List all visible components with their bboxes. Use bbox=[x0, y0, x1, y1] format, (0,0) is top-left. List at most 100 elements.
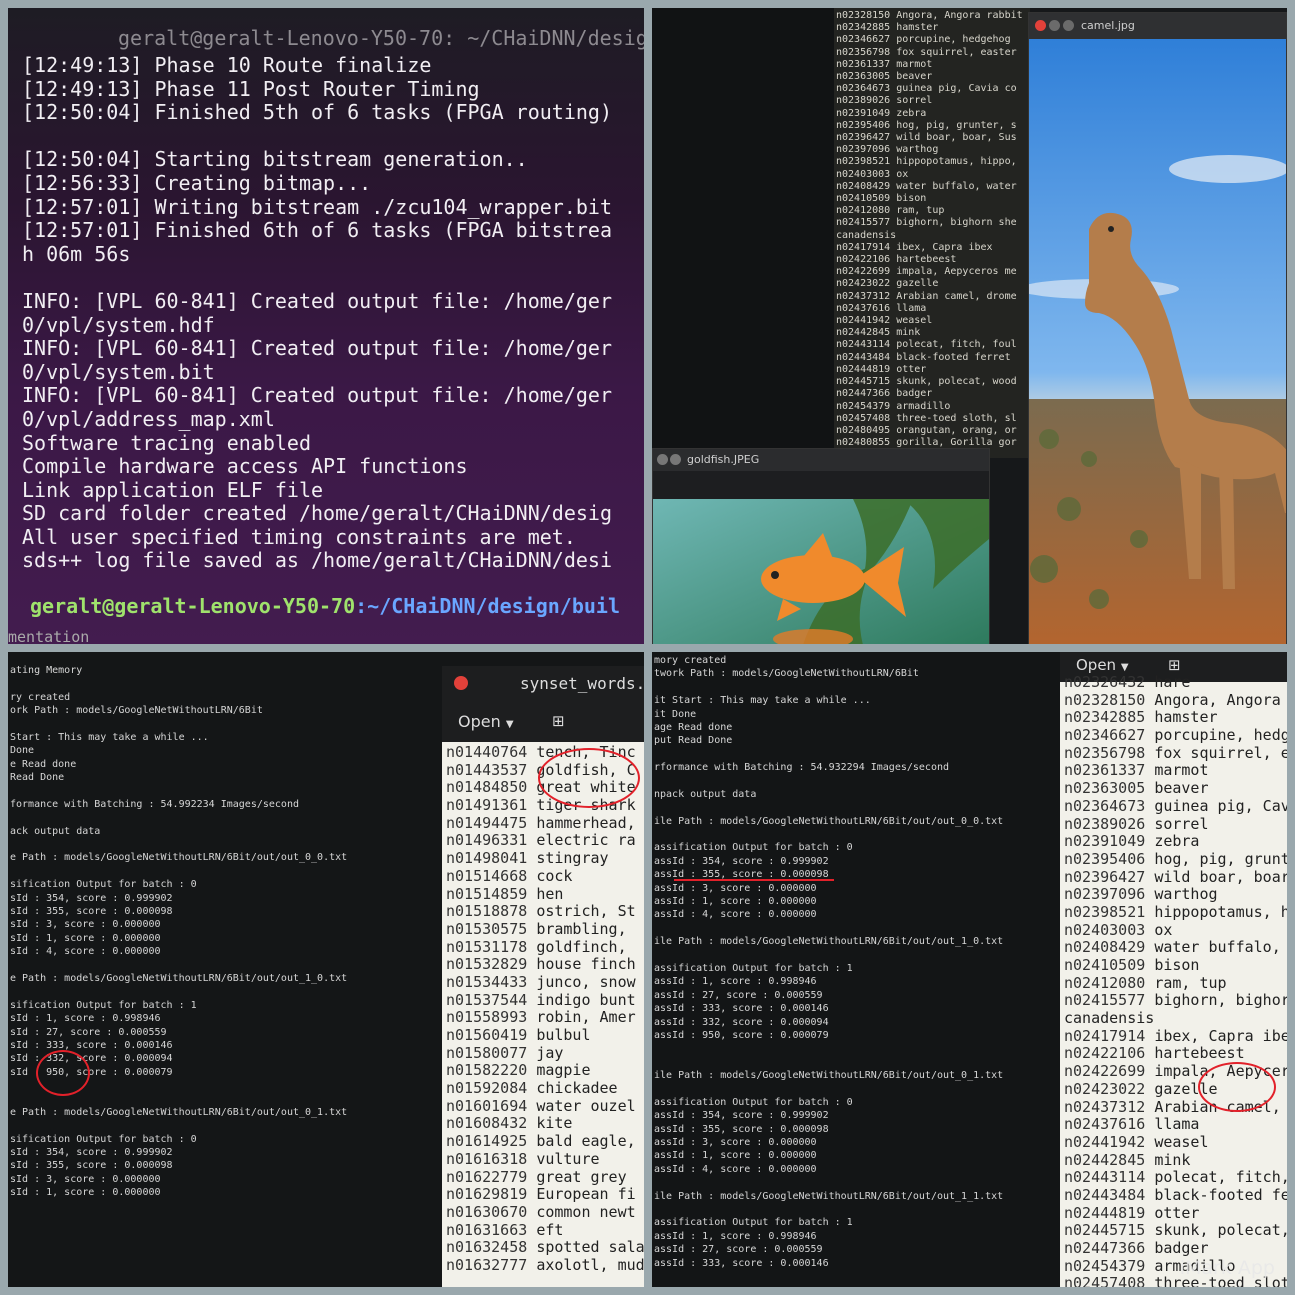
synset-line: n02437312 Arabian camel, drome bbox=[836, 290, 1017, 302]
close-icon[interactable] bbox=[1035, 20, 1046, 31]
synset-id: n01592084 bbox=[446, 1079, 528, 1098]
output-line: sId : 1, score : 0.000000 bbox=[10, 932, 161, 944]
output-line: assId : 27, score : 0.000559 bbox=[654, 989, 823, 1001]
synset-label: beaver bbox=[1154, 779, 1209, 798]
synset-row: n01629819 European fi bbox=[446, 1185, 644, 1204]
synset-row: n01622779 great grey bbox=[446, 1168, 644, 1187]
synset-row: n01531178 goldfinch, bbox=[446, 938, 644, 957]
synset-label: hippopotamus, h bbox=[1154, 902, 1287, 921]
maximize-icon[interactable] bbox=[1063, 20, 1074, 31]
synset-label: water ouzel bbox=[536, 1096, 636, 1115]
terminal-line: [12:57:01] Finished 6th of 6 tasks (FPGA… bbox=[22, 218, 613, 243]
synset-row: n01582220 magpie bbox=[446, 1062, 644, 1080]
goldfish-result-panel: ating Memory ry created ork Path : models/… bbox=[8, 652, 644, 1287]
synset-id: n01629819 bbox=[446, 1185, 528, 1204]
synset-row: n02397096 warthog bbox=[1064, 885, 1287, 904]
minimize-icon[interactable] bbox=[670, 454, 681, 465]
minimize-icon[interactable] bbox=[1049, 20, 1060, 31]
synset-row: n01537544 indigo bunt bbox=[446, 991, 644, 1010]
synset-id: n02342885 bbox=[1064, 708, 1146, 727]
close-icon[interactable] bbox=[454, 676, 468, 690]
synset-row: n02391049 zebra bbox=[1064, 832, 1287, 851]
output-line: twork Path : models/GoogleNetWithoutLRN/… bbox=[654, 668, 919, 680]
synset-label: hamster bbox=[1154, 708, 1218, 727]
terminal-output: [12:49:13] Phase 10 Route finalize [12:49… bbox=[8, 53, 644, 573]
close-icon[interactable] bbox=[657, 454, 668, 465]
terminal-line: 0/vpl/system.hdf bbox=[22, 312, 215, 337]
synset-id: n01494475 bbox=[446, 813, 528, 832]
terminal-line: SD card folder created /home/geralt/CHai… bbox=[22, 501, 613, 526]
terminal-line: [12:57:01] Writing bitstream ./zcu104_wr… bbox=[22, 194, 613, 219]
synset-id: n01440764 bbox=[446, 743, 528, 761]
synset-label: bald eagle, bbox=[536, 1132, 636, 1151]
synset-id: n02447366 bbox=[1064, 1239, 1146, 1257]
camel-result-panel: mory created twork Path : models/GoogleNe… bbox=[652, 652, 1287, 1287]
open-button[interactable]: Open ▼ bbox=[458, 712, 514, 731]
synset-row: n02444819 otter bbox=[1064, 1203, 1287, 1223]
synset-id: n01632777 bbox=[446, 1255, 528, 1274]
synset-row: n01614925 bald eagle, bbox=[446, 1132, 644, 1151]
synset-id: n02415577 bbox=[1064, 991, 1146, 1010]
synset-id: n01443537 bbox=[446, 760, 528, 779]
synset-label: chickadee bbox=[536, 1079, 618, 1098]
output-line: assification Output for batch : 1 bbox=[654, 1217, 853, 1229]
synset-editor[interactable]: n02326432 hare n02328150 Angora, Angora n0… bbox=[1060, 673, 1287, 1287]
output-line: sId : 355, score : 0.000098 bbox=[10, 1160, 173, 1172]
output-line: ork Path : models/GoogleNetWithoutLRN/6B… bbox=[10, 705, 263, 717]
editor-header: synset_words.tx Open ▼ ⊞ bbox=[442, 666, 644, 742]
synset-row: n02356798 fox squirrel, e bbox=[1064, 744, 1287, 763]
synset-row: n01534433 junco, snow bbox=[446, 973, 644, 992]
synset-id: n02403003 bbox=[1064, 920, 1146, 939]
synset-id: n02423022 bbox=[1064, 1079, 1146, 1098]
synset-row: n02396427 wild boar, boar bbox=[1064, 868, 1287, 887]
output-line: assId : 950, score : 0.000079 bbox=[654, 1029, 829, 1041]
synset-label: black-footed fe bbox=[1154, 1185, 1287, 1204]
synset-id: n01514668 bbox=[446, 866, 528, 885]
synset-id: n02437312 bbox=[1064, 1097, 1146, 1116]
synset-row: n02441942 weasel bbox=[1064, 1132, 1287, 1152]
synset-line: n02395406 hog, pig, grunter, s bbox=[836, 119, 1017, 131]
output-line: assId : 3, score : 0.000000 bbox=[654, 1137, 817, 1149]
synset-label: ram, tup bbox=[1154, 973, 1227, 992]
score-underline bbox=[674, 879, 834, 881]
goldfish-image-window[interactable]: goldfish.JPEG bbox=[652, 448, 990, 644]
synset-label: guinea pig, Cav bbox=[1154, 796, 1287, 815]
synset-label: bighorn, bighor bbox=[1154, 991, 1287, 1010]
synset-row: n01592084 chickadee bbox=[446, 1079, 644, 1098]
camel-image-window[interactable]: camel.jpg bbox=[1019, 12, 1287, 644]
synset-line: n02441942 weasel bbox=[836, 315, 933, 327]
synset-id: n02444819 bbox=[1064, 1203, 1146, 1222]
synset-line: n02422699 impala, Aepyceros me bbox=[836, 266, 1017, 278]
open-label: Open bbox=[1076, 656, 1117, 674]
synset-label: axolotl, mud bbox=[536, 1255, 644, 1274]
synset-id: n02389026 bbox=[1064, 814, 1146, 833]
shell-prompt[interactable]: geralt@geralt-Lenovo-Y50-70:~/CHaiDNN/de… bbox=[30, 594, 620, 618]
synset-id: n02422699 bbox=[1064, 1062, 1146, 1081]
synset-row: n01616318 vulture bbox=[446, 1150, 644, 1169]
open-button[interactable]: Open ▼ bbox=[1076, 656, 1129, 674]
output-line: assId : 1, score : 0.000000 bbox=[654, 896, 817, 908]
synset-line: n02408429 water buffalo, water bbox=[836, 180, 1017, 192]
synset-row: n02403003 ox bbox=[1064, 920, 1287, 940]
synset-id: n02442845 bbox=[1064, 1150, 1146, 1169]
inference-output: mory created twork Path : models/GoogleNe… bbox=[654, 654, 1003, 1270]
synset-id: n01630670 bbox=[446, 1202, 528, 1221]
output-line: assId : 332, score : 0.000094 bbox=[654, 1016, 829, 1028]
new-document-icon[interactable]: ⊞ bbox=[1168, 656, 1181, 674]
synset-row: n02361337 marmot bbox=[1064, 762, 1287, 780]
synset-editor[interactable]: n01440764 tench, Tinc n01443537 goldfish,… bbox=[442, 742, 644, 1287]
synset-row: n02410509 bison bbox=[1064, 956, 1287, 975]
synset-line: n02443484 black-footed ferret bbox=[836, 351, 1011, 363]
synset-row: n01630670 common newt bbox=[446, 1202, 644, 1222]
camel-photo bbox=[1019, 39, 1287, 644]
synset-label: cock bbox=[536, 866, 573, 885]
new-document-icon[interactable]: ⊞ bbox=[552, 712, 565, 730]
synset-label: weasel bbox=[1154, 1132, 1209, 1151]
terminal-line: [12:49:13] Phase 11 Post Router Timing bbox=[22, 76, 480, 101]
